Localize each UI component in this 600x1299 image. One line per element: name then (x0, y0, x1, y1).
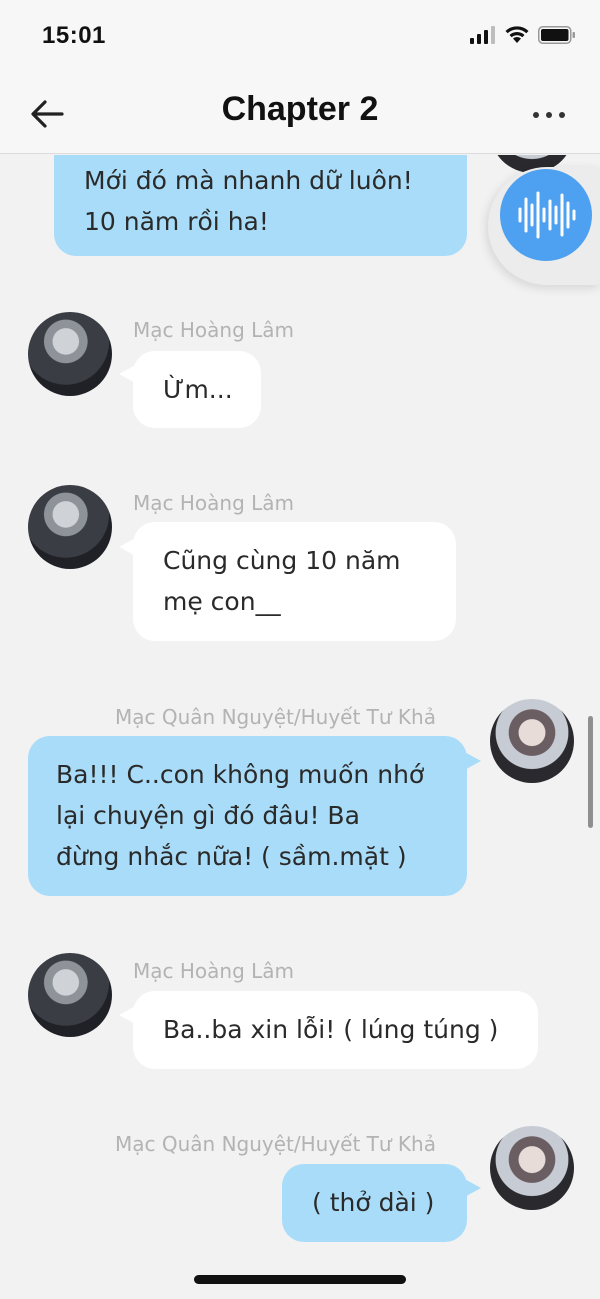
message-text: ( thở dài ) (312, 1188, 435, 1217)
status-bar: 15:01 (0, 0, 600, 72)
avatar (490, 1126, 574, 1210)
nav-bar: Chapter 2 (0, 72, 600, 154)
home-indicator[interactable] (194, 1275, 406, 1284)
chat-thread[interactable]: Mới đó mà nhanh dữ luôn! 10 năm rồi ha! … (0, 155, 600, 1299)
voice-wave-icon (518, 191, 576, 239)
message-bubble[interactable]: Ba..ba xin lỗi! ( lúng túng ) (133, 991, 538, 1069)
sender-name: Mạc Hoàng Lâm (133, 959, 295, 983)
page-title: Chapter 2 (221, 90, 379, 128)
message-text: Ba!!! C..con không muốn nhớ (56, 760, 425, 789)
sender-name: Mạc Hoàng Lâm (133, 318, 295, 342)
message-text: Mới đó mà nhanh dữ luôn! (84, 166, 413, 195)
message-text: Ba..ba xin lỗi! ( lúng túng ) (163, 1015, 499, 1044)
sender-name: Mạc Quân Nguyệt/Huyết Tư Khả (115, 1132, 436, 1156)
avatar (28, 312, 112, 396)
message-text: mẹ con__ (163, 587, 281, 616)
message-bubble[interactable]: Cũng cùng 10 năm mẹ con__ (133, 522, 456, 641)
status-time: 15:01 (42, 22, 106, 49)
message-bubble[interactable]: ( thở dài ) (282, 1164, 467, 1242)
message-text: 10 năm rồi ha! (84, 207, 269, 236)
message-bubble[interactable]: Mới đó mà nhanh dữ luôn! 10 năm rồi ha! (54, 155, 467, 256)
sender-name: Mạc Quân Nguyệt/Huyết Tư Khả (115, 705, 436, 729)
message-text: đừng nhắc nữa! ( sầm.mặt ) (56, 842, 407, 871)
message-bubble[interactable]: Ừm... (133, 351, 261, 428)
battery-icon (538, 26, 575, 44)
avatar (490, 699, 574, 783)
message-text: Ừm... (163, 375, 233, 404)
message-bubble[interactable]: Ba!!! C..con không muốn nhớ lại chuyện g… (28, 736, 467, 896)
wifi-icon (505, 26, 529, 43)
scrollbar[interactable] (588, 716, 593, 828)
avatar (28, 485, 112, 569)
message-text: Cũng cùng 10 năm (163, 546, 401, 575)
message-text: lại chuyện gì đó đâu! Ba (56, 801, 360, 830)
more-options-icon[interactable] (530, 100, 570, 130)
sender-name: Mạc Hoàng Lâm (133, 491, 295, 515)
voice-button[interactable] (500, 169, 592, 261)
avatar (28, 953, 112, 1037)
cellular-signal-icon (470, 26, 495, 44)
